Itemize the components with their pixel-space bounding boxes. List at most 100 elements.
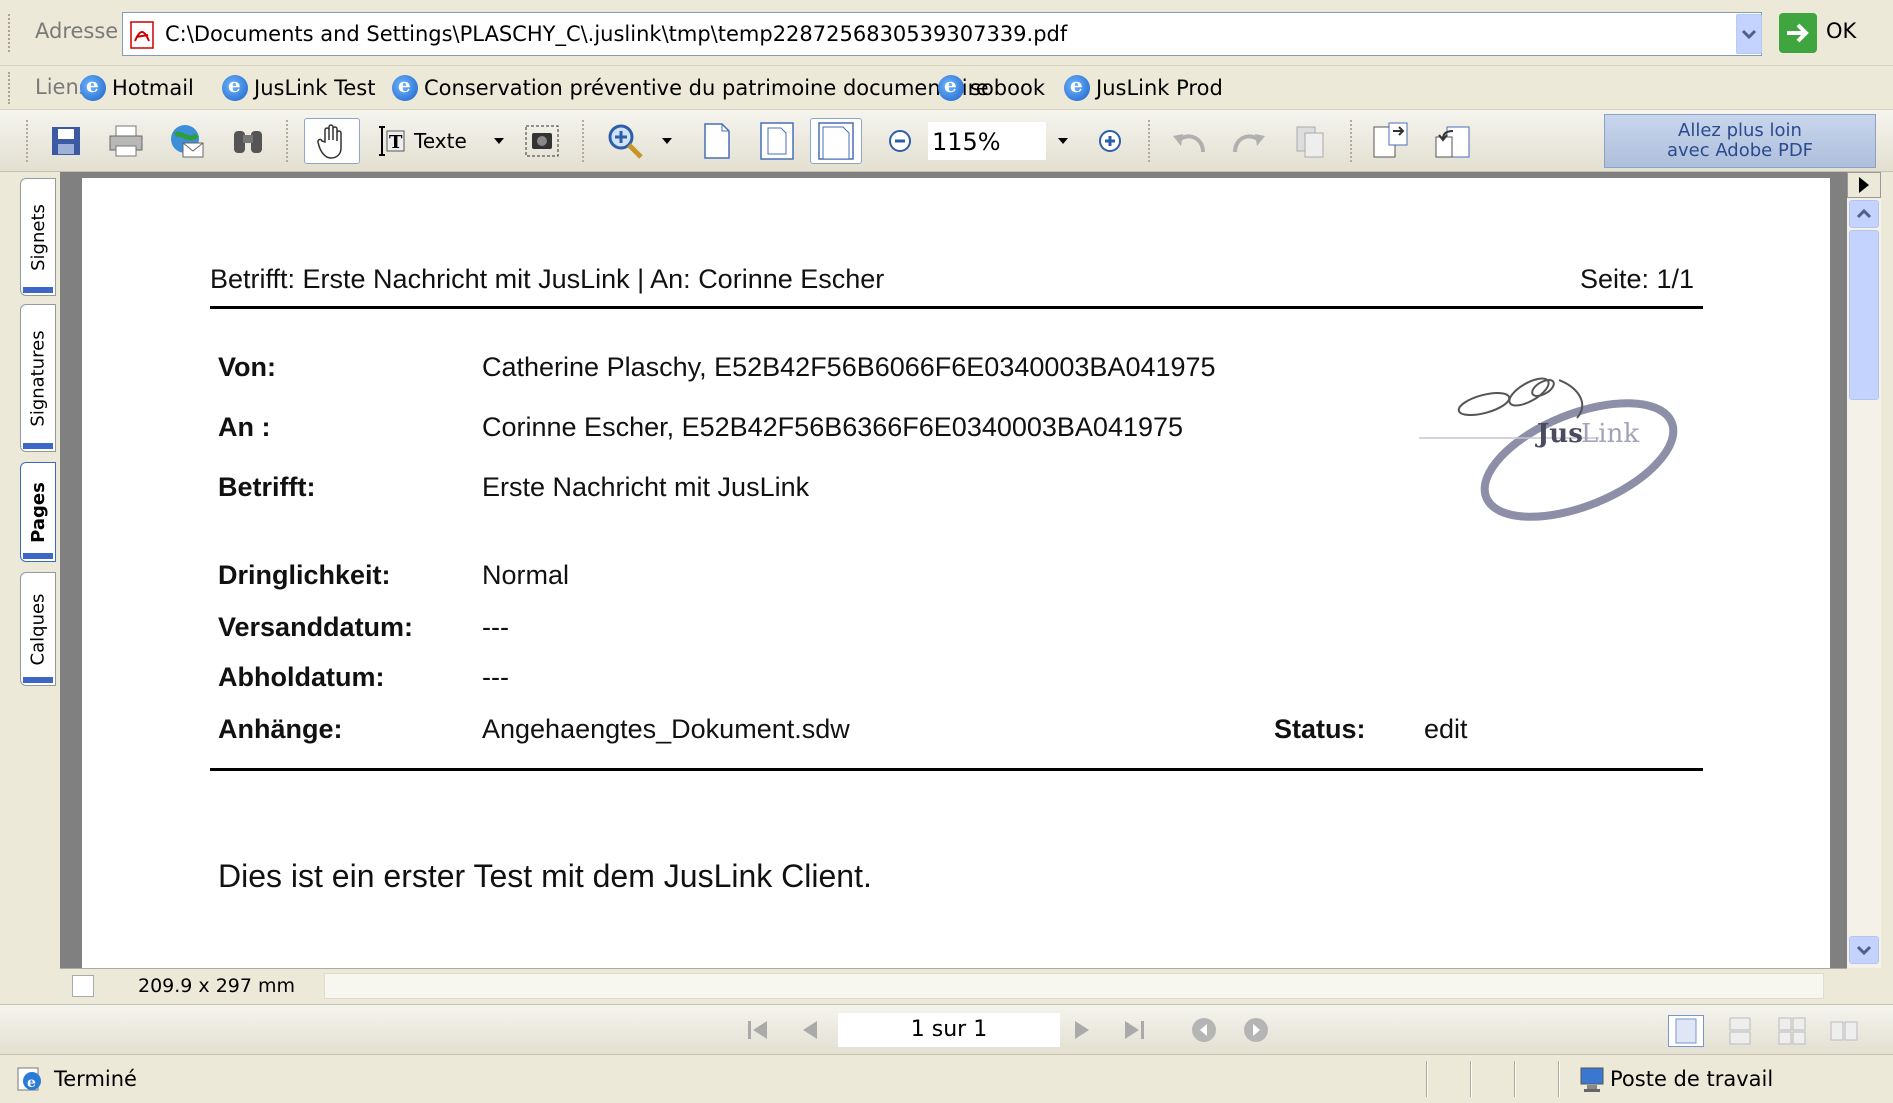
forward-circle-icon [1244, 1018, 1268, 1042]
split-handle[interactable] [72, 975, 94, 997]
address-input[interactable]: C:\Documents and Settings\PLASCHY_C\.jus… [122, 12, 1762, 56]
pdf-file-icon [130, 21, 154, 49]
link-juslink-prod[interactable]: JusLink Prod [1064, 72, 1223, 104]
scroll-down-button[interactable] [1849, 936, 1879, 964]
page-number-field[interactable]: 1 sur 1 [838, 1013, 1060, 1047]
caret-down-icon [1058, 138, 1068, 144]
first-page-button[interactable] [742, 1015, 774, 1045]
save-button[interactable] [44, 118, 88, 164]
show-nav-panel-button[interactable] [1847, 172, 1881, 198]
tab-strip [23, 553, 53, 559]
status-divider [1558, 1061, 1560, 1097]
status-divider [1426, 1061, 1428, 1097]
zoom-out-button[interactable] [880, 118, 920, 164]
page-navigation-bar: 1 sur 1 [0, 1004, 1893, 1054]
continuous-view-button[interactable] [1722, 1015, 1758, 1047]
search-button[interactable] [226, 118, 270, 164]
security-zone: Poste de travail [1610, 1067, 1774, 1091]
print-button[interactable] [104, 118, 148, 164]
go-button[interactable] [1779, 13, 1817, 53]
hand-tool-button[interactable] [304, 118, 360, 164]
acrobat-toolbar: T Texte 115% Allez plus loin avec Adobe … [0, 110, 1893, 172]
toolbar-grip[interactable] [26, 120, 29, 162]
select-tool-dropdown[interactable] [488, 118, 510, 164]
next-view-button[interactable] [1240, 1015, 1272, 1045]
document-viewport[interactable]: Betrifft: Erste Nachricht mit JusLink | … [60, 172, 1847, 968]
hand-icon [317, 124, 342, 159]
next-page-button[interactable] [1066, 1015, 1098, 1045]
status-divider [1470, 1061, 1472, 1097]
snapshot-tool-button[interactable] [520, 118, 564, 164]
tab-signatures[interactable]: Signatures [20, 304, 56, 452]
first-page-icon [748, 1021, 767, 1039]
ie-page-icon [1064, 73, 1090, 101]
toolbar-grip[interactable] [8, 14, 11, 52]
logo-text-jus: Jus [1535, 419, 1583, 449]
caret-down-icon [494, 138, 504, 144]
fields-rule [210, 768, 1703, 771]
actual-size-button[interactable] [694, 118, 740, 164]
rotate-cw-button[interactable] [1226, 118, 1272, 164]
field-value-subject: Erste Nachricht mit JusLink [482, 472, 810, 502]
minus-circle-icon [889, 130, 911, 152]
tab-label: Signets [27, 203, 49, 271]
previous-page-button[interactable] [794, 1015, 826, 1045]
ie-page-icon [392, 73, 418, 101]
zoom-tool-dropdown[interactable] [656, 118, 678, 164]
import-page-button[interactable] [1428, 118, 1478, 164]
tab-bookmarks[interactable]: Signets [20, 178, 56, 296]
link-juslink-test[interactable]: JusLink Test [222, 72, 375, 104]
toolbar-separator [1350, 120, 1353, 162]
zoom-level-dropdown[interactable] [1052, 118, 1074, 164]
tab-pages[interactable]: Pages [20, 462, 56, 562]
copy-button[interactable] [1288, 118, 1332, 164]
field-label-send-date: Versanddatum: [218, 612, 414, 642]
tab-label: Signatures [27, 329, 49, 427]
rotate-left-icon [1173, 134, 1205, 153]
last-page-button[interactable] [1118, 1015, 1150, 1045]
scroll-up-button[interactable] [1849, 200, 1879, 228]
scroll-thumb[interactable] [1849, 230, 1879, 400]
zoom-in-button[interactable] [1090, 118, 1130, 164]
field-value-pickup-date: --- [482, 662, 509, 692]
link-label: Hotmail [112, 76, 194, 100]
horizontal-scrollbar[interactable] [324, 973, 1824, 999]
link-sobook[interactable]: sobook [938, 72, 1045, 104]
tab-strip [23, 287, 53, 293]
header-page-number: Seite: 1/1 [1580, 264, 1695, 294]
go-label[interactable]: OK [1826, 19, 1856, 43]
ie-page-icon [80, 73, 106, 101]
rotate-ccw-button[interactable] [1166, 118, 1212, 164]
address-label: Adresse [35, 19, 119, 43]
select-text-tool[interactable]: T Texte [376, 118, 496, 164]
chevron-down-icon [1741, 29, 1757, 40]
facing-view-button[interactable] [1826, 1015, 1862, 1047]
toolbar-separator [582, 120, 585, 162]
toolbar-grip[interactable] [8, 72, 11, 104]
continuous-facing-view-button[interactable] [1774, 1015, 1810, 1047]
ie-page-icon [938, 73, 964, 101]
previous-view-button[interactable] [1188, 1015, 1220, 1045]
link-hotmail[interactable]: Hotmail [80, 72, 194, 104]
adobe-promo-banner[interactable]: Allez plus loin avec Adobe PDF [1604, 114, 1876, 168]
vertical-scrollbar[interactable] [1847, 198, 1881, 968]
tab-strip [23, 677, 53, 683]
fit-page-button[interactable] [754, 118, 800, 164]
status-divider [1514, 1061, 1516, 1097]
tab-layers[interactable]: Calques [20, 572, 56, 686]
field-value-from: Catherine Plaschy, E52B42F56B6066F6E0340… [482, 352, 1216, 382]
link-conservation[interactable]: Conservation préventive du patrimoine do… [392, 72, 989, 104]
ie-page-icon [222, 73, 248, 101]
address-dropdown-button[interactable] [1736, 14, 1762, 54]
fit-width-icon [818, 122, 854, 160]
svg-text:T: T [389, 132, 403, 153]
field-value-urgency: Normal [482, 560, 570, 590]
export-page-button[interactable] [1366, 118, 1416, 164]
zoom-level-field[interactable]: 115% [928, 122, 1046, 160]
single-page-view-button[interactable] [1668, 1015, 1704, 1047]
email-globe-icon [171, 125, 204, 158]
zoom-in-tool-button[interactable] [600, 118, 650, 164]
fit-width-button[interactable] [810, 118, 862, 164]
email-button[interactable] [164, 118, 208, 164]
link-label: sobook [970, 76, 1045, 100]
